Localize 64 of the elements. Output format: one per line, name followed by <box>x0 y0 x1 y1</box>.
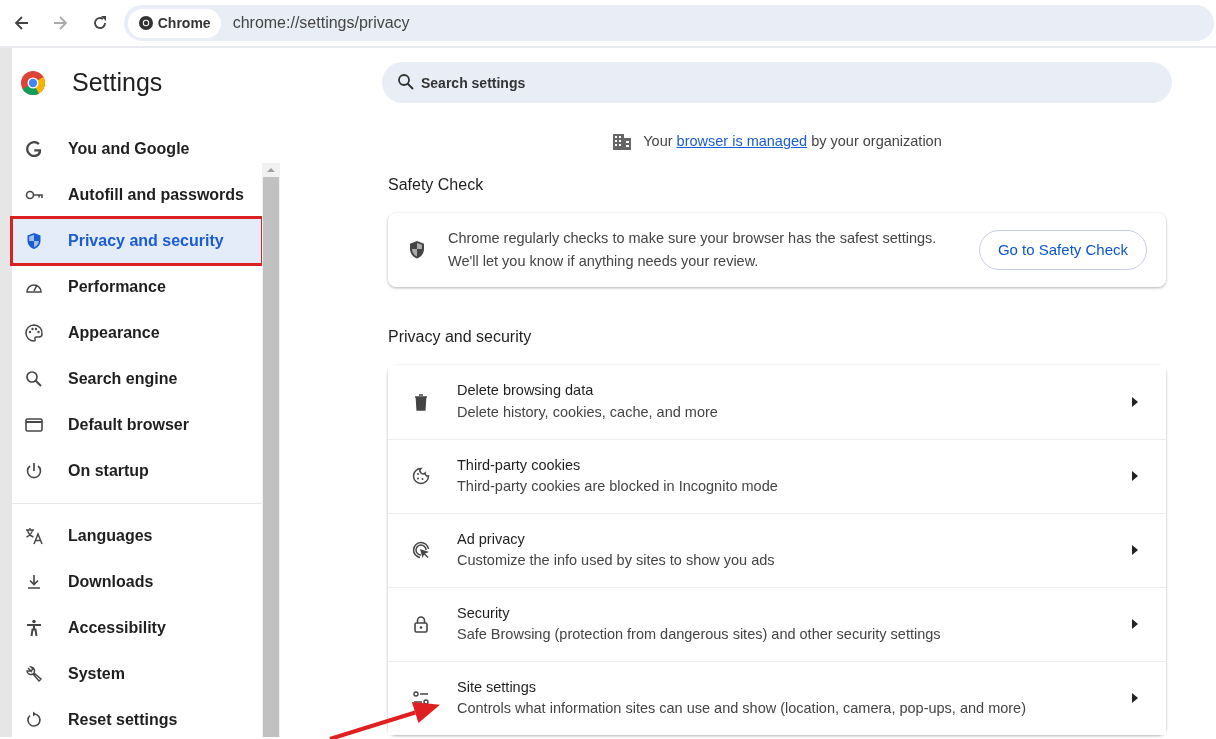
wrench-icon <box>24 664 44 684</box>
palette-icon <box>24 323 44 343</box>
sidebar-item[interactable]: Default browser <box>12 402 262 448</box>
window-icon <box>24 415 44 435</box>
power-icon <box>24 461 44 481</box>
google-g-icon <box>24 139 44 159</box>
translate-icon <box>24 526 44 546</box>
sidebar-item[interactable]: Reset settings <box>12 697 262 739</box>
chevron-right-icon <box>1130 544 1140 557</box>
row-subtitle: Delete history, cookies, cache, and more <box>457 402 719 422</box>
description-text: We'll let you know if anything needs your review. <box>448 251 760 271</box>
sidebar-item[interactable]: On startup <box>12 448 262 494</box>
row-subtitle: Third-party cookies are blocked in Incognito mode <box>457 477 779 497</box>
sidebar-item[interactable]: Privacy and security <box>12 218 262 264</box>
settings-row[interactable]: Ad privacy Customize the info used by sites to show you ads <box>388 512 1166 587</box>
search-field[interactable]: Search settings <box>382 62 1172 103</box>
shield-icon <box>24 231 44 251</box>
row-title: Delete browsing data <box>457 381 595 400</box>
settings-row[interactable]: Security Safe Browsing (protection from dangerous sites) and other security settings <box>388 586 1166 661</box>
lock-icon <box>412 615 430 634</box>
browser-logo-icon <box>138 15 154 31</box>
settings-title: Settings <box>72 67 163 99</box>
chevron-right-icon <box>1130 618 1140 631</box>
managed-notice: Your browser is managed by your organization <box>643 132 942 151</box>
sidebar-item[interactable]: You and Google <box>12 126 262 172</box>
address-bar[interactable]: Chrome chrome://settings/privacy <box>124 5 1214 41</box>
row-title: Third-party cookies <box>457 455 582 475</box>
search-icon <box>397 73 415 91</box>
row-subtitle: Customize the info used by sites to show you ads <box>457 551 776 571</box>
chrome-logo-icon <box>20 70 46 96</box>
chevron-right-icon <box>1130 692 1140 705</box>
settings-row[interactable]: Third-party cookies Third-party cookies are blocked in Incognito mode <box>388 438 1166 513</box>
settings-row[interactable]: Delete browsing data Delete history, cookies, cache, and more <box>388 364 1166 439</box>
shield-icon <box>408 239 426 260</box>
sidebar-item[interactable]: Languages <box>12 513 262 559</box>
sidebar-item[interactable]: Downloads <box>12 559 262 605</box>
managed-link[interactable]: browser is managed <box>676 133 808 149</box>
url-text: chrome://settings/privacy <box>232 13 410 33</box>
building-icon <box>612 132 633 151</box>
row-subtitle: Controls what information sites can use and show (location, camera, pop-ups, and more) <box>457 699 1027 719</box>
accessibility-icon <box>24 618 44 638</box>
row-title: Ad privacy <box>457 529 526 549</box>
search-icon <box>24 369 44 389</box>
row-title: Security <box>457 603 511 623</box>
site-chip[interactable]: Chrome <box>128 8 221 38</box>
safety-check-button[interactable]: Go to Safety Check <box>978 229 1147 270</box>
row-title: Site settings <box>457 677 537 697</box>
settings-row[interactable]: Site settings Controls what information sites can use and show (location, camera, pop-ups, and more) <box>388 660 1166 735</box>
sidebar-item[interactable]: System <box>12 651 262 697</box>
chevron-right-icon <box>1130 470 1140 483</box>
row-subtitle: Safe Browsing (protection from dangerous sites) and other security settings <box>457 625 942 645</box>
sidebar-item[interactable]: Autofill and passwords <box>12 172 262 218</box>
sidebar-item[interactable]: Appearance <box>12 310 262 356</box>
description-text: Chrome regularly checks to make sure your browser has the safest settings. <box>448 228 938 248</box>
reset-icon <box>24 710 44 730</box>
sidebar-item[interactable]: Performance <box>12 264 262 310</box>
sidebar-item[interactable]: Search engine <box>12 356 262 402</box>
trash-icon <box>412 392 430 411</box>
chevron-right-icon <box>1130 395 1140 408</box>
cookie-icon <box>412 467 430 486</box>
section-heading: Safety Check <box>388 174 485 195</box>
sidebar-item[interactable]: Accessibility <box>12 605 262 651</box>
cursor-target-icon <box>412 541 430 560</box>
section-heading: Privacy and security <box>388 326 533 347</box>
